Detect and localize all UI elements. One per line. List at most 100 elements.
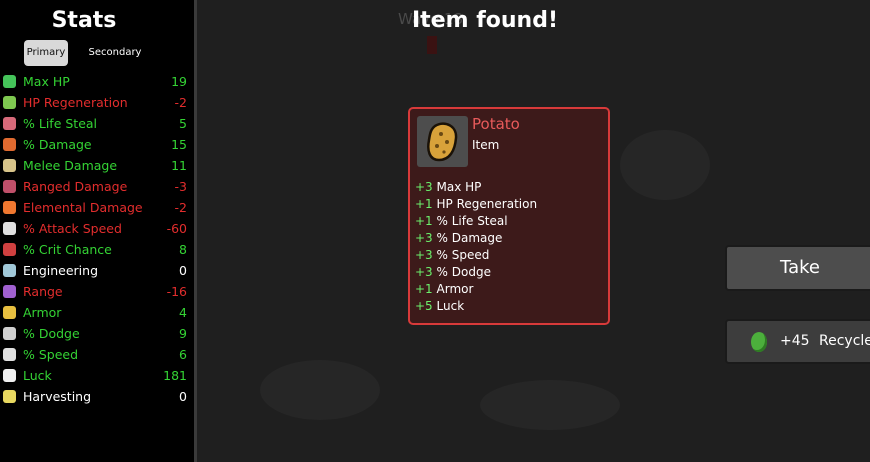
stat-value: 0 (179, 389, 187, 404)
harvest-icon (3, 390, 16, 403)
item-effect: +1 % Life Steal (415, 213, 537, 230)
effect-stat: Luck (436, 299, 465, 313)
stat-row: % Dodge 9 (0, 324, 194, 345)
stat-row: Max HP 19 (0, 72, 194, 93)
stat-name: % Attack Speed (23, 221, 122, 236)
stat-value: 9 (179, 326, 187, 341)
stats-panel: Stats Primary Secondary Max HP 19 HP Regen… (0, 0, 197, 462)
stat-value: -3 (174, 179, 187, 194)
background-texture (260, 360, 380, 420)
hourglass-icon (3, 222, 16, 235)
stat-name: % Crit Chance (23, 242, 112, 257)
stat-name: % Life Steal (23, 116, 98, 131)
wave-indicator (427, 36, 437, 54)
sword-icon (3, 159, 16, 172)
stat-row: % Crit Chance 8 (0, 240, 194, 261)
effect-amount: +1 (415, 214, 433, 228)
stat-value: 8 (179, 242, 187, 257)
stat-row: Harvesting 0 (0, 387, 194, 408)
effect-stat: HP Regeneration (436, 197, 538, 211)
stat-row: Ranged Damage -3 (0, 177, 194, 198)
stat-value: 6 (179, 347, 187, 362)
item-effect: +3 % Damage (415, 230, 537, 247)
take-button[interactable]: Take (725, 245, 870, 291)
stat-row: Armor 4 (0, 303, 194, 324)
item-effect: +3 % Speed (415, 247, 537, 264)
stat-name: % Speed (23, 347, 79, 362)
stat-row: HP Regeneration -2 (0, 93, 194, 114)
effect-stat: Max HP (436, 180, 482, 194)
background-texture (620, 130, 710, 200)
recycle-button[interactable]: +45 Recycle (725, 319, 870, 364)
popup-title: Item found! (412, 8, 558, 33)
vampire-icon (3, 117, 16, 130)
stat-name: % Damage (23, 137, 92, 152)
stat-name: Melee Damage (23, 158, 118, 173)
effect-amount: +3 (415, 180, 433, 194)
material-icon (751, 332, 767, 352)
stat-value: 19 (171, 74, 187, 89)
effect-amount: +3 (415, 231, 433, 245)
stat-value: -60 (166, 221, 187, 236)
stat-name: Max HP (23, 74, 70, 89)
item-effect: +3 Max HP (415, 179, 537, 196)
recycle-amount: +45 (780, 333, 810, 349)
stat-row: % Speed 6 (0, 345, 194, 366)
tab-primary[interactable]: Primary (24, 40, 68, 66)
boot-icon (3, 348, 16, 361)
clover-icon (3, 369, 16, 382)
stat-value: 181 (163, 368, 187, 383)
stat-value: 11 (171, 158, 187, 173)
stat-value: -2 (174, 200, 187, 215)
effect-stat: % Speed (436, 248, 490, 262)
item-effect: +1 Armor (415, 281, 537, 298)
stat-row: Melee Damage 11 (0, 156, 194, 177)
effect-amount: +5 (415, 299, 433, 313)
bow-icon (3, 180, 16, 193)
stat-row: Engineering 0 (0, 261, 194, 282)
stat-name: Elemental Damage (23, 200, 143, 215)
stat-name: % Dodge (23, 326, 80, 341)
stat-name: HP Regeneration (23, 95, 128, 110)
shield-icon (3, 306, 16, 319)
dodge-icon (3, 327, 16, 340)
stat-list: Max HP 19 HP Regeneration -2% Life Steal 5% … (0, 72, 194, 408)
item-type: Item (472, 138, 500, 152)
crit-icon (3, 243, 16, 256)
stat-row: Luck 181 (0, 366, 194, 387)
damage-icon (3, 138, 16, 151)
stat-name: Engineering (23, 263, 98, 278)
range-icon (3, 285, 16, 298)
effect-stat: % Life Steal (436, 214, 508, 228)
effect-amount: +1 (415, 197, 433, 211)
stats-title: Stats (51, 8, 117, 33)
tab-secondary[interactable]: Secondary (88, 40, 142, 66)
potato-icon (417, 116, 468, 167)
effect-amount: +1 (415, 282, 433, 296)
effect-amount: +3 (415, 265, 433, 279)
stat-name: Range (23, 284, 63, 299)
stat-value: 0 (179, 263, 187, 278)
item-effect: +1 HP Regeneration (415, 196, 537, 213)
item-effect: +5 Luck (415, 298, 537, 315)
recycle-label: Recycle (819, 333, 870, 349)
item-card: Potato Item +3 Max HP +1 HP Regeneration +… (408, 107, 610, 325)
regen-icon (3, 96, 16, 109)
effect-amount: +3 (415, 248, 433, 262)
item-effect: +3 % Dodge (415, 264, 537, 281)
stat-name: Ranged Damage (23, 179, 128, 194)
stat-row: % Attack Speed -60 (0, 219, 194, 240)
stat-name: Harvesting (23, 389, 92, 404)
stat-name: Luck (23, 368, 52, 383)
stat-value: -2 (174, 95, 187, 110)
background-texture (480, 380, 620, 430)
heart-icon (3, 75, 16, 88)
stat-row: Elemental Damage -2 (0, 198, 194, 219)
wrench-icon (3, 264, 16, 277)
stat-name: Armor (23, 305, 62, 320)
stat-row: % Damage 15 (0, 135, 194, 156)
stat-value: 15 (171, 137, 187, 152)
effect-stat: Armor (436, 282, 474, 296)
item-effects: +3 Max HP +1 HP Regeneration +1 % Life Ste… (415, 179, 537, 315)
stat-value: -16 (166, 284, 187, 299)
